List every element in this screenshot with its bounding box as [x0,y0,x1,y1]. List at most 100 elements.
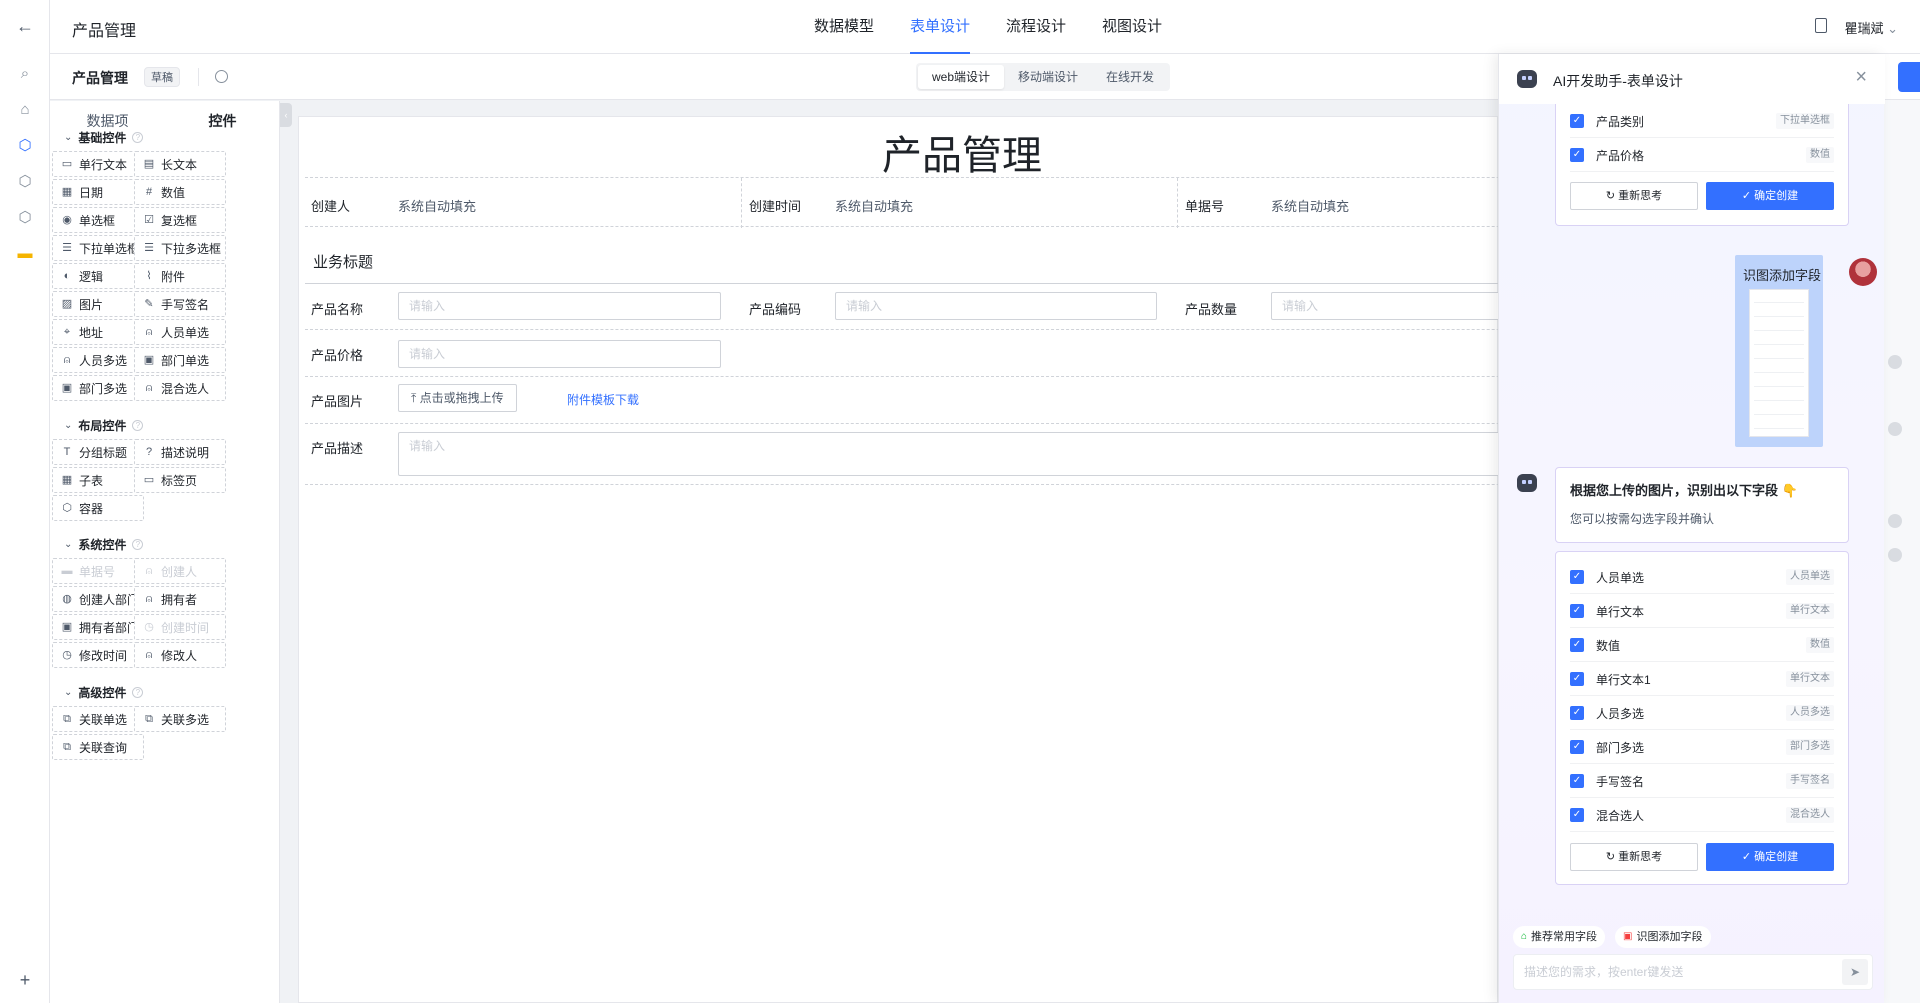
back-arrow-icon[interactable]: ← [15,16,35,36]
mode-online-dev[interactable]: 在线开发 [1092,65,1168,89]
collapse-panel-handle[interactable]: ‹ [280,103,292,127]
tab-view-design[interactable]: 视图设计 [1102,0,1162,54]
control-item[interactable]: ◷ 修改时间 [52,642,144,668]
cube-icon[interactable]: ⬡ [15,135,35,155]
checkbox-checked-icon[interactable]: ✓ [1570,570,1584,584]
control-item[interactable]: ▣ 部门多选 [52,375,144,401]
recognized-field-row[interactable]: ✓ 手写签名 手写签名 [1570,764,1834,798]
suggestion-row[interactable]: ✓ 产品类别 下拉单选框 [1570,104,1834,138]
control-item[interactable]: T 分组标题 [52,439,144,465]
template-download-link[interactable]: 附件模板下载 [567,391,639,408]
control-item[interactable]: ⍝ 拥有者 [134,586,226,612]
checkbox-checked-icon[interactable]: ✓ [1570,114,1584,128]
control-item[interactable]: ⌇ 附件 [134,263,226,289]
send-icon[interactable]: ➤ [1842,959,1868,985]
tab-form-design[interactable]: 表单设计 [910,0,971,54]
tab-flow-design[interactable]: 流程设计 [1006,0,1066,54]
recognized-field-row[interactable]: ✓ 单行文本 单行文本 [1570,594,1834,628]
control-item[interactable]: ☑ 复选框 [134,207,226,233]
checkbox-checked-icon[interactable]: ✓ [1570,672,1584,686]
checkbox-checked-icon[interactable]: ✓ [1570,740,1584,754]
plus-icon[interactable]: + [15,970,35,990]
control-item[interactable]: ▬ 单据号 [52,558,144,584]
checkbox-checked-icon[interactable]: ✓ [1570,604,1584,618]
checkbox-checked-icon[interactable]: ✓ [1570,148,1584,162]
control-item[interactable]: ⧉ 关联单选 [52,706,144,732]
rethink-button[interactable]: ↻ 重新思考 [1570,182,1698,210]
primary-button-edge[interactable] [1898,62,1920,92]
folder-icon[interactable]: ▬ [15,243,35,263]
tab-data-model[interactable]: 数据模型 [814,0,874,54]
control-item[interactable]: ▨ 图片 [52,291,144,317]
section-title[interactable]: 业务标题 [313,251,373,272]
control-item[interactable]: ◍ 创建人部门 [52,586,144,612]
toggle-switch[interactable] [1888,355,1902,369]
toggle-switch[interactable] [1888,422,1902,436]
product-code-input[interactable]: 请输入 [835,292,1157,320]
group-layout-title[interactable]: ⌄ 布局控件? [64,417,144,434]
ai-prompt-input[interactable]: 描述您的需求，按enter键发送 ➤ [1513,954,1873,990]
recognized-field-row[interactable]: ✓ 单行文本1 单行文本 [1570,662,1834,696]
control-item[interactable]: ◷ 创建时间 [134,614,226,640]
checkbox-checked-icon[interactable]: ✓ [1570,808,1584,822]
control-item[interactable]: ✎ 手写签名 [134,291,226,317]
group-basic-title[interactable]: ⌄ 基础控件? [64,129,144,146]
control-item[interactable]: ⍝ 人员单选 [134,319,226,345]
upload-button[interactable]: ⤒ 点击或拖拽上传 [398,384,517,412]
cube-icon[interactable]: ⬡ [15,171,35,191]
recognized-field-row[interactable]: ✓ 人员单选 人员单选 [1570,560,1834,594]
product-desc-textarea[interactable]: 请输入 [398,432,1508,476]
control-item[interactable]: ◉ 单选框 [52,207,144,233]
toggle-switch[interactable] [1888,548,1902,562]
control-item[interactable]: # 数值 [134,179,226,205]
control-item[interactable]: ▦ 日期 [52,179,144,205]
chip-recommend-fields[interactable]: ⌂ 推荐常用字段 [1513,926,1606,948]
control-item[interactable]: ⬡ 容器 [52,495,144,521]
mode-mobile[interactable]: 移动端设计 [1004,65,1092,89]
cube-icon[interactable]: ⬡ [15,207,35,227]
recognized-field-row[interactable]: ✓ 部门多选 部门多选 [1570,730,1834,764]
checkbox-checked-icon[interactable]: ✓ [1570,774,1584,788]
user-menu[interactable]: 瞿瑞斌 ⌄ [1844,18,1898,37]
product-name-input[interactable]: 请输入 [398,292,721,320]
mode-web[interactable]: web端设计 [918,65,1005,89]
toggle-switch[interactable] [1888,514,1902,528]
close-icon[interactable]: × [1855,66,1867,89]
home-icon[interactable]: ⌂ [15,99,35,119]
group-system-title[interactable]: ⌄ 系统控件? [64,536,144,553]
history-icon[interactable] [215,70,228,83]
uploaded-image-thumbnail[interactable] [1749,289,1809,437]
control-item[interactable]: ⍝ 创建人 [134,558,226,584]
control-item[interactable]: ▤ 长文本 [134,151,226,177]
search-icon[interactable]: ⌕ [15,63,35,83]
control-item[interactable]: ? 描述说明 [134,439,226,465]
confirm-create-button[interactable]: ✓ 确定创建 [1706,182,1834,210]
control-item[interactable]: ◐ 逻辑 [52,263,144,289]
control-item[interactable]: ⧉ 关联多选 [134,706,226,732]
confirm-create-button[interactable]: ✓ 确定创建 [1706,843,1834,871]
group-advanced-title[interactable]: ⌄ 高级控件? [64,684,144,701]
rethink-button[interactable]: ↻ 重新思考 [1570,843,1698,871]
control-item[interactable]: ▭ 单行文本 [52,151,144,177]
product-qty-input[interactable]: 请输入 [1271,292,1511,320]
product-price-input[interactable]: 请输入 [398,340,721,368]
document-icon[interactable] [1815,18,1827,33]
control-item[interactable]: ☰ 下拉单选框 [52,235,144,261]
checkbox-checked-icon[interactable]: ✓ [1570,638,1584,652]
recognized-field-row[interactable]: ✓ 混合选人 混合选人 [1570,798,1834,832]
control-item[interactable]: ☰ 下拉多选框 [134,235,226,261]
tab-controls[interactable]: 控件 [165,101,280,141]
control-item[interactable]: ▣ 部门单选 [134,347,226,373]
suggestion-row[interactable]: ✓ 产品价格 数值 [1570,138,1834,172]
recognized-field-row[interactable]: ✓ 数值 数值 [1570,628,1834,662]
control-item[interactable]: ⍝ 混合选人 [134,375,226,401]
control-item[interactable]: ▣ 拥有者部门 [52,614,144,640]
chip-image-add-fields[interactable]: ▣ 识图添加字段 [1615,926,1711,948]
control-item[interactable]: ⍝ 人员多选 [52,347,144,373]
checkbox-checked-icon[interactable]: ✓ [1570,706,1584,720]
control-item[interactable]: ▦ 子表 [52,467,144,493]
recognized-field-row[interactable]: ✓ 人员多选 人员多选 [1570,696,1834,730]
control-item[interactable]: ⍝ 修改人 [134,642,226,668]
control-item[interactable]: ▭ 标签页 [134,467,226,493]
control-item[interactable]: ⧉ 关联查询 [52,734,144,760]
